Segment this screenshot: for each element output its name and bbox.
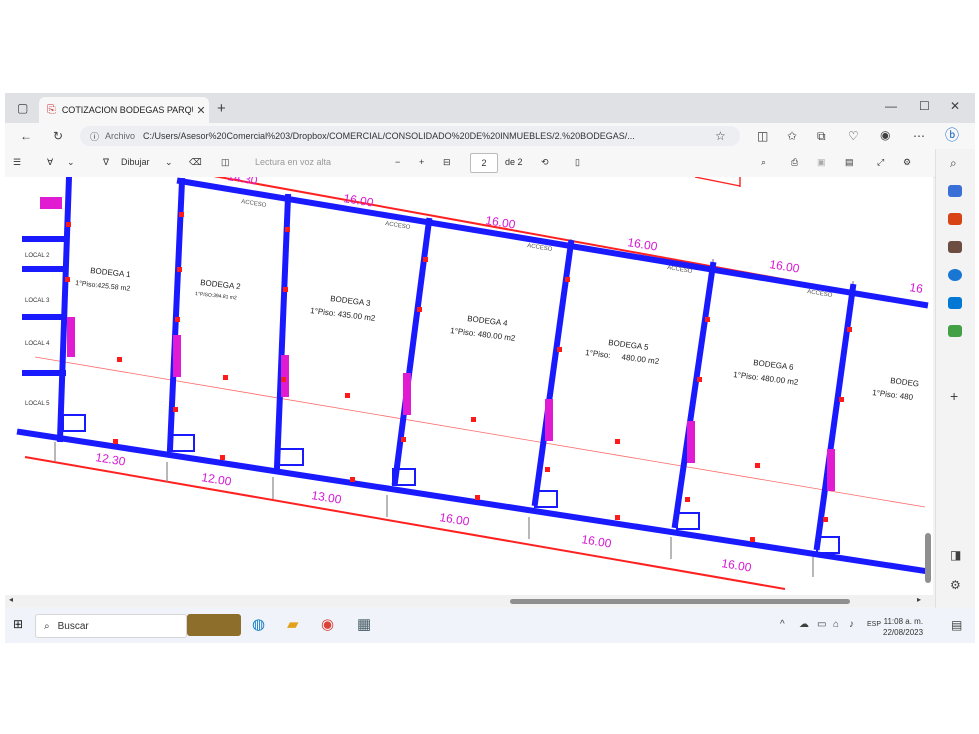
collections-icon[interactable]: ⧉ [817, 130, 826, 142]
tag-icon[interactable] [948, 185, 962, 197]
minimize-icon[interactable]: — [885, 100, 897, 112]
taskbar: ⊞ ⌕ Buscar ◍ ▰ ◉ ▦ ^ ☁ ▭ ⌂ ♪ ESP 11:08 a… [5, 608, 975, 643]
bing-icon[interactable]: ⓑ [945, 128, 959, 142]
horizontal-scrollbar[interactable]: ◂ ▸ [5, 595, 935, 607]
scrollbar-thumb[interactable] [510, 599, 850, 604]
tools-icon[interactable] [948, 241, 962, 253]
taskbar-search[interactable]: ⌕ Buscar [35, 614, 187, 638]
rotate-icon[interactable]: ⟲ [541, 157, 549, 168]
page-total: de 2 [505, 157, 523, 167]
search-icon[interactable]: ⌕ [950, 157, 957, 169]
pdf-viewer[interactable]: 14.30 16.00 16.00 16.00 16.00 16 12.30 1… [5, 177, 933, 595]
zoom-out-icon[interactable]: − [395, 157, 400, 167]
favorite-icon[interactable]: ☆ [715, 130, 726, 142]
print-icon[interactable]: ⎙ [791, 157, 798, 168]
settings-icon[interactable]: ⚙ [903, 157, 911, 168]
fullscreen-icon[interactable]: ⤢ [877, 157, 884, 168]
address-url: C:/Users/Asesor%20Comercial%203/Dropbox/… [143, 131, 635, 141]
draw-icon[interactable]: ∇ [103, 157, 109, 168]
sidebar-settings-icon[interactable]: ⚙ [950, 579, 961, 591]
svg-text:LOCAL 5: LOCAL 5 [25, 401, 50, 407]
tab-actions-icon[interactable]: ▢ [17, 102, 28, 114]
scroll-right-icon[interactable]: ▸ [917, 596, 921, 604]
search-icon[interactable]: ⌕ [761, 157, 766, 168]
search-icon: ⌕ [44, 620, 50, 632]
browser-tab[interactable]: ⎘ COTIZACION BODEGAS PARQUI ✕ [39, 97, 209, 123]
favorites-icon[interactable]: ✩ [787, 130, 797, 142]
read-aloud-button[interactable]: Lectura en voz alta [255, 157, 331, 167]
top-dimension-label: 16 [909, 280, 925, 296]
new-tab-icon[interactable]: + [217, 101, 226, 116]
svg-text:LOCAL 2: LOCAL 2 [25, 253, 50, 259]
windows-start-icon[interactable]: ⊞ [13, 618, 23, 630]
save-as-icon[interactable]: ▤ [845, 157, 854, 168]
vertical-scrollbar[interactable] [925, 533, 931, 583]
save-icon[interactable]: ▣ [817, 157, 826, 168]
close-tab-icon[interactable]: ✕ [193, 104, 209, 117]
edge-icon[interactable]: ◍ [252, 617, 265, 632]
clock-time: 11:08 a. m. [883, 617, 924, 626]
page-number-input[interactable]: 2 [470, 153, 498, 173]
pdf-icon: ⎘ [47, 103, 56, 116]
zoom-in-icon[interactable]: + [419, 157, 424, 167]
more-icon[interactable]: ⋯ [913, 130, 925, 142]
svg-text:LOCAL 4: LOCAL 4 [25, 341, 50, 347]
clock-date: 22/08/2023 [883, 628, 924, 637]
two-page-icon[interactable]: ▯ [575, 157, 580, 168]
sidebar-panel-icon[interactable]: ◨ [950, 549, 961, 561]
split-screen-icon[interactable]: ◫ [757, 130, 768, 142]
address-row: ← ↻ ⓘ Archivo C:/Users/Asesor%20Comercia… [5, 123, 975, 149]
scroll-left-icon[interactable]: ◂ [9, 596, 13, 604]
profile-icon[interactable]: ◉ [880, 129, 890, 141]
language-indicator[interactable]: ESP [867, 621, 881, 628]
network-icon[interactable]: ⌂ [833, 620, 839, 630]
office-icon[interactable] [948, 269, 962, 281]
close-window-icon[interactable]: ✕ [950, 100, 960, 112]
notifications-icon[interactable]: ▤ [951, 619, 962, 631]
title-bar: ▢ ⎘ COTIZACION BODEGAS PARQUI ✕ + — ☐ ✕ [5, 93, 975, 123]
chevron-down-icon[interactable]: ⌄ [165, 157, 173, 168]
draw-button[interactable]: Dibujar [121, 157, 150, 167]
volume-icon[interactable]: ♪ [849, 620, 854, 630]
fit-page-icon[interactable]: ⊟ [443, 157, 451, 168]
shopping-icon[interactable] [948, 213, 962, 225]
pdf-toolbar: ☰ ∀ ⌄ ∇ Dibujar ⌄ ⌫ ◫ Lectura en voz alt… [5, 149, 935, 178]
edge-sidebar: ⌕ + ◨ ⚙ [935, 149, 975, 613]
eraser-icon[interactable]: ⌫ [189, 157, 202, 168]
battery-icon[interactable]: ▭ [817, 620, 826, 630]
page-view-icon[interactable]: ◫ [221, 157, 230, 168]
clock[interactable]: 11:08 a. m. 22/08/2023 [883, 616, 923, 638]
search-label: Buscar [57, 620, 89, 632]
chevron-up-icon[interactable]: ^ [780, 620, 785, 630]
maximize-icon[interactable]: ☐ [919, 100, 930, 112]
contents-icon[interactable]: ☰ [13, 157, 21, 168]
drop-icon[interactable] [948, 325, 962, 337]
floor-plan: 14.30 16.00 16.00 16.00 16.00 16 12.30 1… [15, 177, 933, 595]
cloud-icon[interactable]: ☁ [799, 620, 809, 630]
chrome-icon[interactable]: ◉ [321, 617, 334, 632]
chevron-down-icon[interactable]: ⌄ [67, 157, 75, 168]
tab-title: COTIZACION BODEGAS PARQUI [61, 105, 193, 115]
weather-widget-icon[interactable] [187, 614, 241, 636]
file-explorer-icon[interactable]: ▰ [287, 617, 299, 632]
outlook-icon[interactable] [948, 297, 962, 309]
browser-essentials-icon[interactable]: ♡ [848, 130, 859, 142]
svg-text:LOCAL 3: LOCAL 3 [25, 298, 50, 304]
address-bar[interactable]: ⓘ Archivo C:/Users/Asesor%20Comercial%20… [80, 126, 740, 146]
calculator-icon[interactable]: ▦ [357, 617, 371, 632]
add-icon[interactable]: + [950, 389, 958, 403]
address-label: Archivo [105, 131, 136, 141]
highlight-icon[interactable]: ∀ [47, 157, 53, 168]
screenshot-window: ▢ ⎘ COTIZACION BODEGAS PARQUI ✕ + — ☐ ✕ … [5, 93, 975, 643]
back-icon[interactable]: ← [20, 130, 32, 142]
refresh-icon[interactable]: ↻ [53, 130, 63, 142]
info-icon: ⓘ [90, 131, 100, 142]
